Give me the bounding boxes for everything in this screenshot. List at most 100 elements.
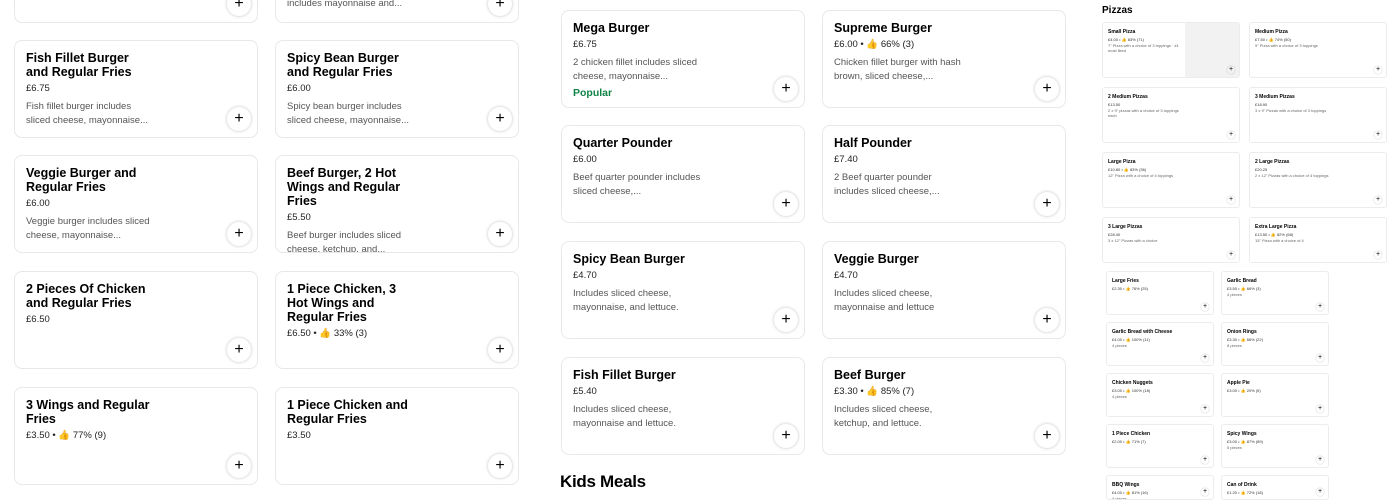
mini-menu-item-card[interactable]: Apple Pie £3.00 • 👍 20% (5) +: [1221, 373, 1329, 417]
menu-item-card[interactable]: 1 Piece Chicken, 3 Hot Wings and Regular…: [275, 271, 519, 369]
add-item-button[interactable]: +: [227, 107, 251, 131]
menu-item-price: £3.50: [287, 430, 311, 441]
mini-menu-item-card[interactable]: Small Pizza £4.00 • 👍 83% (71) 7" Pizza wi…: [1102, 22, 1240, 78]
menu-item-card[interactable]: Spicy Bean Burger £4.70 Includes sliced ch…: [561, 241, 805, 339]
add-item-button[interactable]: +: [1227, 251, 1235, 259]
add-item-button[interactable]: +: [1035, 308, 1059, 332]
mini-menu-item-card[interactable]: Onion Rings £3.30 • 👍 66% (22) 8 pieces +: [1221, 322, 1329, 366]
section-title-pizzas: Pizzas: [1102, 5, 1133, 16]
mini-item-title: Large Pizza: [1108, 159, 1136, 165]
add-item-button[interactable]: +: [227, 222, 251, 246]
menu-item-card[interactable]: 1 Piece Chicken and Regular Fries £3.50 +: [275, 387, 519, 485]
mini-menu-item-card[interactable]: Garlic Bread with Cheese £4.00 • 👍 100% (…: [1106, 322, 1214, 366]
menu-item-card[interactable]: Veggie Burger £4.70 Includes sliced cheese…: [822, 241, 1066, 339]
add-item-button[interactable]: +: [488, 107, 512, 131]
add-item-button[interactable]: +: [1035, 192, 1059, 216]
add-item-button[interactable]: +: [488, 338, 512, 362]
menu-item-price: £4.70: [834, 270, 858, 281]
mini-menu-item-card[interactable]: 2 Medium Pizzas £13.50 2 x 9" pizzas with …: [1102, 87, 1240, 143]
add-item-button[interactable]: +: [1201, 405, 1209, 413]
menu-item-card[interactable]: Fish Fillet Burger and Regular Fries £6.7…: [14, 40, 258, 138]
mini-item-description: 7" Pizza with a choice of 3 toppings · #…: [1108, 43, 1179, 53]
add-item-button[interactable]: +: [488, 0, 512, 16]
mini-menu-item-card[interactable]: 1 Piece Chicken £2.00 • 👍 71% (7) +: [1106, 424, 1214, 468]
add-item-button[interactable]: +: [488, 454, 512, 478]
menu-item-title: Spicy Bean Burger: [573, 252, 685, 266]
add-item-button[interactable]: +: [1316, 303, 1324, 311]
add-item-button[interactable]: +: [1201, 488, 1209, 496]
add-item-button[interactable]: +: [1316, 488, 1324, 496]
menu-item-title: Mega Burger: [573, 21, 650, 35]
menu-item-card[interactable]: Spicy Bean Burger and Regular Fries £6.00…: [275, 40, 519, 138]
menu-item-description: 2 Beef quarter pounder includes sliced c…: [834, 172, 940, 197]
add-item-button[interactable]: +: [1316, 354, 1324, 362]
mini-item-description: 15" Pizza with a choice of 4: [1255, 238, 1304, 243]
add-item-button[interactable]: +: [774, 308, 798, 332]
menu-item-card[interactable]: includes mayonnaise and... +: [275, 0, 519, 23]
menu-item-card[interactable]: 2 Pieces Of Chicken and Regular Fries £6.…: [14, 271, 258, 369]
menu-item-price: £5.40: [573, 386, 597, 397]
add-item-button[interactable]: +: [1201, 303, 1209, 311]
menu-item-card[interactable]: Half Pounder £7.40 2 Beef quarter pounder …: [822, 125, 1066, 223]
mini-menu-item-card[interactable]: Garlic Bread £3.50 • 👍 66% (3) 4 pieces +: [1221, 271, 1329, 315]
add-item-button[interactable]: +: [1227, 196, 1235, 204]
mini-menu-item-card[interactable]: BBQ Wings £4.00 • 👍 81% (16) 4 pieces +: [1106, 475, 1214, 500]
add-item-button[interactable]: +: [1035, 424, 1059, 448]
mini-menu-item-card[interactable]: Extra Large Pizza £13.50 • 👍 82% (68) 15" …: [1249, 217, 1387, 263]
mini-menu-item-card[interactable]: Large Fries £2.30 • 👍 76% (25) +: [1106, 271, 1214, 315]
mini-menu-item-card[interactable]: Can of Drink £1.20 • 👍 72% (18) +: [1221, 475, 1329, 500]
mini-item-description: 8 pieces: [1227, 343, 1242, 348]
mini-item-title: Onion Rings: [1227, 329, 1257, 335]
menu-item-description: Chicken fillet burger with hash brown, s…: [834, 57, 961, 82]
mini-menu-item-card[interactable]: Spicy Wings £3.00 • 👍 87% (89) 5 pieces +: [1221, 424, 1329, 468]
mini-menu-item-card[interactable]: Medium Pizza £7.50 • 👍 74% (50) 9" Pizza w…: [1249, 22, 1387, 78]
add-item-button[interactable]: +: [1227, 66, 1235, 74]
add-item-button[interactable]: +: [1035, 77, 1059, 101]
add-item-button[interactable]: +: [774, 424, 798, 448]
add-item-button[interactable]: +: [227, 454, 251, 478]
add-item-button[interactable]: +: [774, 192, 798, 216]
add-item-button[interactable]: +: [1374, 131, 1382, 139]
mini-menu-item-card[interactable]: 3 Medium Pizzas £18.90 3 x 9" Pizzas with …: [1249, 87, 1387, 143]
menu-item-title: Supreme Burger: [834, 21, 932, 35]
add-item-button[interactable]: +: [1227, 131, 1235, 139]
add-item-button[interactable]: +: [774, 77, 798, 101]
menu-item-description: Beef quarter pounder includes sliced che…: [573, 172, 701, 197]
menu-item-card[interactable]: Beef Burger, 2 Hot Wings and Regular Fri…: [275, 155, 519, 253]
menu-item-card[interactable]: 3 Wings and Regular Fries £3.50 • 👍 77% (…: [14, 387, 258, 485]
menu-item-price: £4.70: [573, 270, 597, 281]
mini-menu-item-card[interactable]: Large Pizza £10.80 • 👍 83% (36) 12" Pizza …: [1102, 152, 1240, 208]
menu-item-card[interactable]: +: [14, 0, 258, 23]
menu-item-card[interactable]: Supreme Burger £6.00 • 👍 66% (3) Chicken f…: [822, 10, 1066, 108]
mini-item-description: 4 pieces: [1227, 292, 1242, 297]
mini-menu-item-card[interactable]: 3 Large Pizzas £28.40 3 x 12" Pizzas with …: [1102, 217, 1240, 263]
menu-item-description: includes mayonnaise and...: [287, 0, 403, 9]
mini-item-price: £3.00 • 👍 100% (18): [1112, 388, 1151, 393]
add-item-button[interactable]: +: [1316, 456, 1324, 464]
menu-item-info: Fish Fillet Burger and Regular Fries £6.7…: [26, 51, 154, 127]
mini-item-title: Small Pizza: [1108, 29, 1136, 35]
mini-menu-item-card[interactable]: Chicken Nuggets £3.00 • 👍 100% (18) 4 piec…: [1106, 373, 1214, 417]
add-item-button[interactable]: +: [1374, 196, 1382, 204]
add-item-button[interactable]: +: [488, 222, 512, 246]
add-item-button[interactable]: +: [1201, 354, 1209, 362]
add-item-button[interactable]: +: [1374, 66, 1382, 74]
mini-item-description: 9" Pizza with a choice of 3 toppings: [1255, 43, 1318, 48]
mini-item-title: 3 Medium Pizzas: [1255, 94, 1295, 100]
menu-item-description: Fish fillet burger includes sliced chees…: [26, 101, 148, 126]
menu-item-card[interactable]: Beef Burger £3.30 • 👍 85% (7) Includes sli…: [822, 357, 1066, 455]
mini-menu-item-card[interactable]: 2 Large Pizzas £20.25 2 x 12" Pizzas with …: [1249, 152, 1387, 208]
add-item-button[interactable]: +: [1374, 251, 1382, 259]
mini-item-price: £28.40: [1108, 232, 1121, 237]
popular-badge: Popular: [573, 87, 613, 99]
menu-item-card[interactable]: Veggie Burger and Regular Fries £6.00 Vegg…: [14, 155, 258, 253]
menu-item-card[interactable]: Mega Burger £6.75 2 chicken fillet include…: [561, 10, 805, 108]
menu-item-card[interactable]: Quarter Pounder £6.00 Beef quarter pounder…: [561, 125, 805, 223]
add-item-button[interactable]: +: [227, 0, 251, 16]
section-title-kids-meals: Kids Meals: [560, 472, 646, 491]
add-item-button[interactable]: +: [227, 338, 251, 362]
add-item-button[interactable]: +: [1316, 405, 1324, 413]
add-item-button[interactable]: +: [1201, 456, 1209, 464]
mini-item-description: 2 x 9" pizzas with a choice of 3 topping…: [1108, 108, 1179, 118]
menu-item-card[interactable]: Fish Fillet Burger £5.40 Includes sliced c…: [561, 357, 805, 455]
